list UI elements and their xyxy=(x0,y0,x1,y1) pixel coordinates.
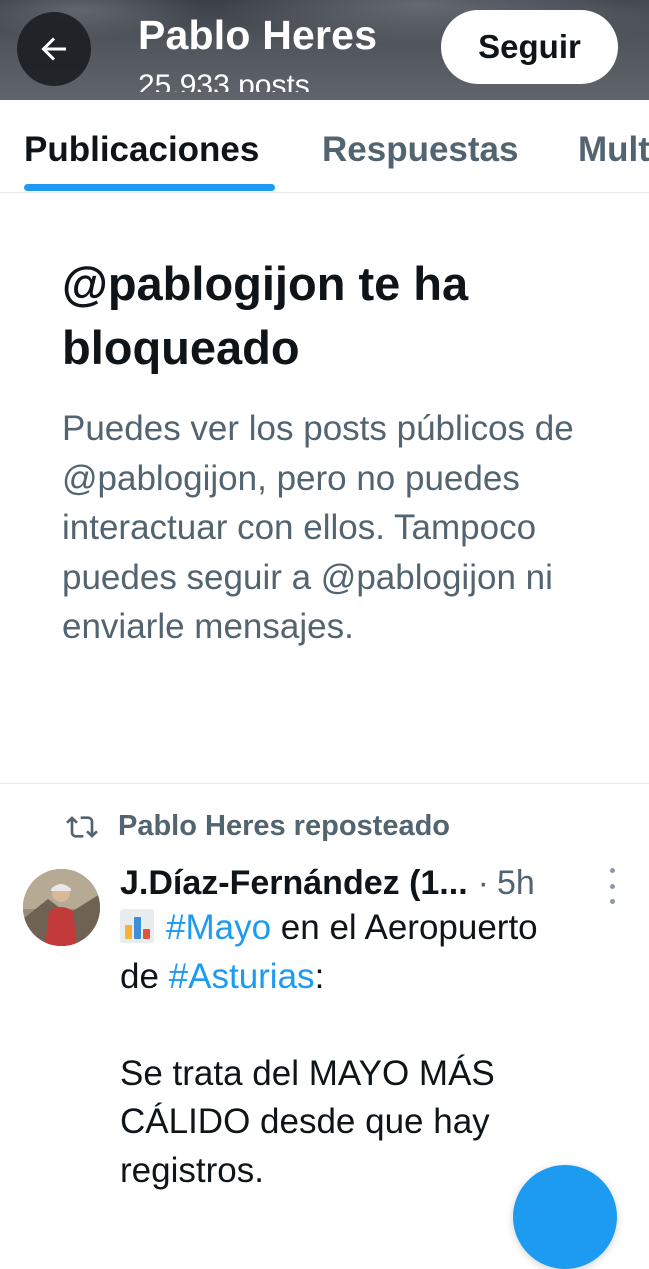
more-options-button[interactable] xyxy=(600,868,624,904)
tweet-text-segment: en el Aeropuerto xyxy=(271,908,538,947)
author-name[interactable]: J.Díaz-Fernández (1... xyxy=(120,860,468,906)
repost-label: Pablo Heres reposteado xyxy=(118,810,450,842)
repost-indicator[interactable]: Pablo Heres reposteado xyxy=(66,810,450,843)
more-vertical-icon xyxy=(609,868,615,873)
active-tab-indicator xyxy=(24,184,275,191)
profile-tabs: Publicaciones Respuestas Multimedia xyxy=(0,100,649,193)
repost-icon xyxy=(66,815,98,838)
back-button[interactable] xyxy=(17,12,91,86)
profile-name: Pablo Heres xyxy=(138,12,378,58)
tweet-body: #Mayo en el Aeropuerto de #Asturias: Se … xyxy=(120,904,620,1195)
post-count: 25.933 posts xyxy=(138,69,310,92)
compose-button[interactable] xyxy=(513,1165,617,1269)
tweet-timestamp[interactable]: 5h xyxy=(497,860,535,906)
avatar[interactable] xyxy=(23,869,100,946)
hashtag-link[interactable]: #Mayo xyxy=(166,908,271,947)
bar-chart-emoji-icon xyxy=(120,909,154,943)
divider xyxy=(0,783,649,784)
separator-dot: · xyxy=(477,864,489,902)
more-vertical-icon-dot xyxy=(609,883,615,889)
tab-posts[interactable]: Publicaciones xyxy=(24,130,259,170)
arrow-left-icon xyxy=(41,37,66,61)
avatar-image xyxy=(23,869,100,946)
tweet-text-segment: de xyxy=(120,956,169,996)
blocked-description: Puedes ver los posts públicos de @pablog… xyxy=(62,409,574,646)
tweet-header: J.Díaz-Fernández (1... · 5h xyxy=(120,860,535,906)
tweet-text-segment: Se trata del MAYO MÁS CÁLIDO desde que h… xyxy=(120,1053,505,1190)
tab-media[interactable]: Multimedia xyxy=(578,130,649,170)
blocked-notice: @pablogijon te ha bloqueado Puedes ver l… xyxy=(62,252,602,652)
tab-replies[interactable]: Respuestas xyxy=(322,130,518,170)
hashtag-link[interactable]: #Asturias xyxy=(169,957,315,996)
profile-header: Pablo Heres 25.933 posts Seguir xyxy=(0,0,649,100)
tweet-text-segment: : xyxy=(314,956,325,996)
blocked-title: @pablogijon te ha bloqueado xyxy=(62,257,469,374)
follow-button[interactable]: Seguir xyxy=(441,10,618,84)
